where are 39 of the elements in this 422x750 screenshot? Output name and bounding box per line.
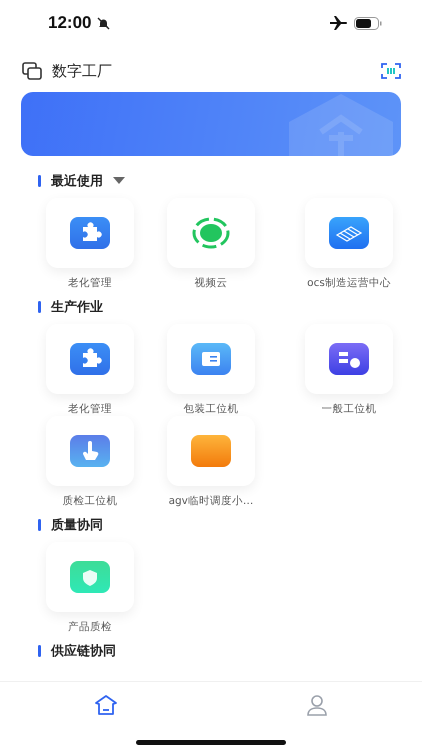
- battery-icon: [354, 16, 382, 30]
- app-label: 质检工位机: [62, 494, 118, 508]
- profile-icon[interactable]: [306, 694, 328, 716]
- scan-icon[interactable]: [381, 63, 401, 79]
- app-label: 老化管理: [67, 276, 113, 290]
- app-label: 老化管理: [67, 402, 113, 416]
- section-title: 生产作业: [51, 298, 103, 316]
- section-title: 最近使用: [51, 173, 103, 190]
- app-tile[interactable]: [46, 324, 134, 394]
- app-label: 视频云: [194, 276, 228, 290]
- home-icon[interactable]: [94, 694, 118, 716]
- app-tile[interactable]: [46, 416, 134, 486]
- app-title: 数字工厂: [52, 62, 112, 80]
- puzzle-icon: [70, 217, 110, 249]
- app-label: ocs制造运营中心: [306, 276, 392, 290]
- app-tile[interactable]: [46, 198, 134, 268]
- caret-icon[interactable]: [113, 177, 125, 185]
- conveyor-icon: [329, 217, 369, 249]
- app-label: 包装工位机: [182, 402, 240, 416]
- app-tile[interactable]: [305, 198, 393, 268]
- status-time: 12:00: [48, 13, 92, 33]
- app-label: 一般工位机: [320, 402, 378, 416]
- ring-icon: [191, 216, 231, 250]
- section-title: 供应链协同: [51, 642, 116, 660]
- app-label: 产品质检: [67, 620, 113, 634]
- app-tile[interactable]: [167, 416, 255, 486]
- flowchart-icon: [329, 343, 369, 375]
- box-icon: [191, 343, 231, 375]
- app-tile[interactable]: [167, 324, 255, 394]
- shield-icon: [70, 561, 110, 593]
- app-tile[interactable]: [305, 324, 393, 394]
- app-tile[interactable]: [167, 198, 255, 268]
- folder-icon: [191, 435, 231, 467]
- section-title: 质量协同: [51, 517, 103, 534]
- hand-icon: [70, 435, 110, 467]
- app-label: agv临时调度小…: [168, 494, 254, 508]
- windows-icon[interactable]: [22, 62, 42, 80]
- app-tile[interactable]: [46, 542, 134, 612]
- puzzle-icon: [70, 343, 110, 375]
